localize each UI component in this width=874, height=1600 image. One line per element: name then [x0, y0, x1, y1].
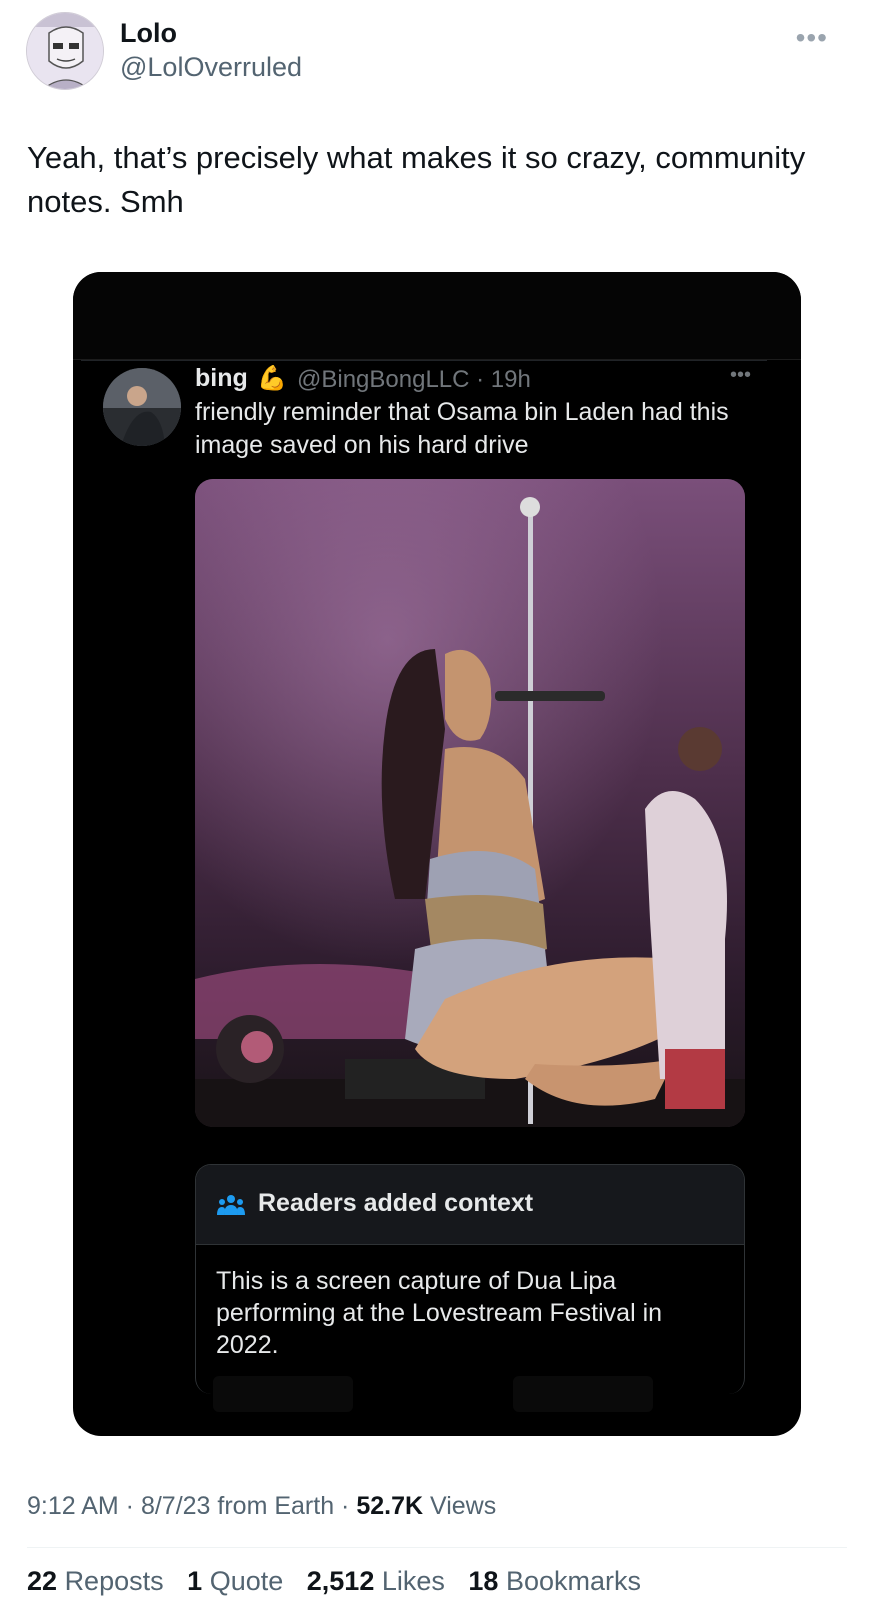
author-handle[interactable]: @LolOverruled — [120, 52, 302, 83]
attached-screenshot[interactable]: bing 💪 @BingBongLLC · 19h ••• friendly r… — [73, 272, 801, 1436]
divider — [27, 1547, 847, 1548]
community-note: Readers added context This is a screen c… — [195, 1164, 745, 1394]
quoted-more-icon: ••• — [729, 364, 751, 386]
cropped-header-remnant — [73, 272, 801, 360]
cropped-footer-remnant — [213, 1376, 353, 1412]
bookmarks-stat[interactable]: 18 Bookmarks — [468, 1566, 641, 1596]
quoted-tweet-text: friendly reminder that Osama bin Laden h… — [195, 398, 729, 459]
quote-label: Quote — [209, 1566, 284, 1596]
avatar-sketch-icon — [27, 13, 103, 89]
reposts-label: Reposts — [64, 1566, 164, 1596]
divider — [81, 360, 767, 361]
bookmarks-label: Bookmarks — [505, 1566, 642, 1596]
reposts-stat[interactable]: 22 Reposts — [27, 1566, 164, 1596]
more-options-icon[interactable]: ••• — [796, 22, 828, 54]
quote-count: 1 — [187, 1566, 203, 1596]
bookmarks-count: 18 — [468, 1566, 499, 1596]
views-label: Views — [423, 1492, 497, 1520]
community-note-body: This is a screen capture of Dua Lipa per… — [216, 1267, 663, 1359]
likes-stat[interactable]: 2,512 Likes — [307, 1566, 445, 1596]
reposts-count: 22 — [27, 1566, 58, 1596]
person-photo-icon — [103, 368, 181, 446]
quotes-stat[interactable]: 1 Quote — [187, 1566, 283, 1596]
community-note-header: Readers added context — [196, 1165, 744, 1245]
community-note-title: Readers added context — [258, 1189, 534, 1217]
timestamp-location[interactable]: 9:12 AM · 8/7/23 from Earth · — [27, 1492, 356, 1520]
concert-photo-image — [195, 479, 745, 1127]
quoted-author-avatar — [103, 368, 181, 446]
tweet-text: Yeah, that’s precisely what makes it so … — [27, 140, 806, 219]
likes-count: 2,512 — [306, 1566, 375, 1596]
cropped-footer-remnant — [513, 1376, 653, 1412]
quoted-author-handle-time: @BingBongLLC · 19h — [297, 366, 531, 393]
author-display-name[interactable]: Lolo — [120, 18, 177, 49]
quoted-author-name: bing — [195, 364, 248, 392]
views-count: 52.7K — [356, 1492, 424, 1520]
flexed-arm-icon: 💪 — [257, 365, 287, 392]
people-icon — [217, 1195, 245, 1215]
tweet-meta: 9:12 AM · 8/7/23 from Earth · 52.7K View… — [27, 1492, 496, 1521]
author-avatar[interactable] — [26, 12, 104, 90]
likes-label: Likes — [381, 1566, 445, 1596]
engagement-stats: 22 Reposts 1 Quote 2,512 Likes 18 Bookma… — [27, 1566, 657, 1597]
concert-photo — [195, 479, 745, 1127]
